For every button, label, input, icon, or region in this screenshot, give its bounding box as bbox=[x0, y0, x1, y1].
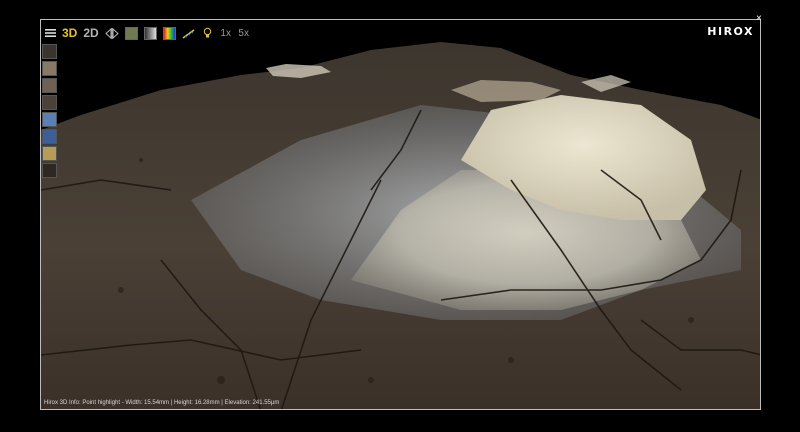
view-thumb-3[interactable] bbox=[42, 78, 57, 93]
hirox-logo: HIROX bbox=[707, 25, 754, 38]
view-thumb-2[interactable] bbox=[42, 61, 57, 76]
close-icon[interactable]: × bbox=[756, 14, 762, 24]
3d-surface-render[interactable] bbox=[41, 20, 761, 410]
viewer-frame bbox=[40, 19, 761, 410]
view-thumb-4[interactable] bbox=[42, 95, 57, 110]
hamburger-menu-icon[interactable] bbox=[44, 26, 56, 40]
texture-view-icon[interactable] bbox=[124, 26, 138, 40]
view-thumb-5[interactable] bbox=[42, 112, 57, 127]
view-thumb-6[interactable] bbox=[42, 129, 57, 144]
mode-2d-button[interactable]: 2D bbox=[83, 26, 98, 40]
view-thumbnail-strip bbox=[42, 44, 58, 178]
zoom-1x-button[interactable]: 1x bbox=[220, 26, 232, 40]
grayscale-view-icon[interactable] bbox=[143, 26, 157, 40]
flip-view-icon[interactable] bbox=[104, 26, 119, 40]
viewer-toolbar: 3D 2D 1x 5x bbox=[44, 25, 250, 41]
mode-3d-button[interactable]: 3D bbox=[62, 26, 77, 40]
view-thumb-1[interactable] bbox=[42, 44, 57, 59]
color-map-icon[interactable] bbox=[162, 26, 176, 40]
measure-tool-icon[interactable] bbox=[182, 26, 196, 40]
light-bulb-icon[interactable] bbox=[202, 26, 214, 40]
view-thumb-7[interactable] bbox=[42, 146, 57, 161]
view-thumb-8[interactable] bbox=[42, 163, 57, 178]
status-bar-text: Hirox 3D Info: Point highlight - Width: … bbox=[44, 400, 280, 406]
zoom-5x-button[interactable]: 5x bbox=[238, 26, 250, 40]
